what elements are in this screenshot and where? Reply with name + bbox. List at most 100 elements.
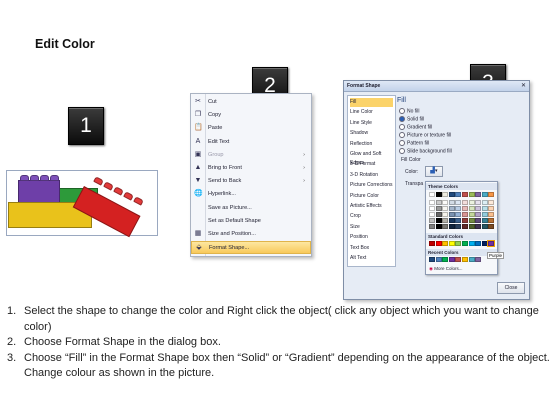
more-colors-link[interactable]: ◉ More Colors...: [429, 266, 462, 272]
standard-color-swatch[interactable]: [481, 241, 488, 246]
theme-color-swatch[interactable]: [435, 192, 442, 197]
theme-color-swatch[interactable]: [448, 224, 455, 229]
theme-color-swatch[interactable]: [468, 224, 475, 229]
nav-item[interactable]: Alt Text: [350, 254, 393, 263]
theme-color-swatch[interactable]: [448, 218, 455, 223]
theme-color-swatch[interactable]: [429, 192, 435, 197]
theme-color-swatch[interactable]: [448, 206, 455, 211]
theme-color-swatch[interactable]: [442, 192, 449, 197]
theme-color-swatch[interactable]: [475, 218, 482, 223]
nav-item[interactable]: 3-D Rotation: [350, 171, 393, 180]
fill-option[interactable]: Solid fill: [399, 116, 424, 123]
menu-item[interactable]: ▣ Group ›: [191, 149, 311, 162]
nav-item[interactable]: Position: [350, 233, 393, 242]
theme-color-swatch[interactable]: [435, 206, 442, 211]
theme-color-swatch[interactable]: [448, 212, 455, 217]
theme-color-swatch[interactable]: [481, 192, 488, 197]
menu-item[interactable]: A Edit Text: [191, 136, 311, 149]
standard-color-swatch[interactable]: [487, 240, 496, 247]
fill-option[interactable]: Gradient fill: [399, 124, 432, 131]
theme-color-swatch[interactable]: [462, 224, 468, 229]
theme-color-swatch[interactable]: [475, 224, 482, 229]
menu-item[interactable]: ❐ Copy: [191, 109, 311, 122]
standard-color-swatch[interactable]: [435, 241, 442, 246]
radio-button[interactable]: [399, 116, 405, 122]
theme-color-swatch[interactable]: [455, 212, 462, 217]
menu-item[interactable]: ✂ Cut: [191, 96, 311, 109]
menu-item[interactable]: ▲ Bring to Front ›: [191, 162, 311, 175]
menu-item[interactable]: ▦ Size and Position...: [191, 228, 311, 241]
theme-color-swatch[interactable]: [475, 192, 482, 197]
theme-color-swatch[interactable]: [468, 206, 475, 211]
nav-item[interactable]: Line Color: [350, 108, 393, 117]
theme-color-swatch[interactable]: [468, 192, 475, 197]
theme-color-swatch[interactable]: [455, 218, 462, 223]
theme-color-swatch[interactable]: [448, 200, 455, 205]
theme-color-swatch[interactable]: [488, 192, 495, 197]
fill-option[interactable]: Picture or texture fill: [399, 132, 451, 139]
nav-item[interactable]: Fill: [350, 98, 393, 107]
nav-item[interactable]: Glow and Soft Edges: [350, 150, 393, 166]
theme-color-swatch[interactable]: [488, 200, 495, 205]
theme-color-swatch[interactable]: [435, 200, 442, 205]
theme-color-swatch[interactable]: [462, 212, 468, 217]
theme-color-swatch[interactable]: [481, 218, 488, 223]
theme-color-swatch[interactable]: [429, 212, 435, 217]
nav-item[interactable]: Artistic Effects: [350, 202, 393, 211]
recent-color-swatch[interactable]: [435, 257, 442, 262]
standard-color-swatch[interactable]: [475, 241, 482, 246]
close-icon[interactable]: ✕: [521, 82, 526, 89]
menu-item[interactable]: ▼ Send to Back ›: [191, 175, 311, 188]
theme-color-swatch[interactable]: [429, 218, 435, 223]
recent-color-swatch[interactable]: [462, 257, 468, 262]
standard-color-swatch[interactable]: [468, 241, 475, 246]
theme-color-swatch[interactable]: [481, 200, 488, 205]
standard-color-swatch[interactable]: [429, 241, 435, 246]
theme-color-swatch[interactable]: [475, 200, 482, 205]
standard-color-swatch[interactable]: [462, 241, 468, 246]
nav-item[interactable]: Picture Color: [350, 192, 393, 201]
nav-item[interactable]: Picture Corrections: [350, 181, 393, 190]
recent-color-swatch[interactable]: [448, 257, 455, 262]
theme-color-swatch[interactable]: [429, 206, 435, 211]
fill-option[interactable]: Pattern fill: [399, 140, 429, 147]
theme-color-swatch[interactable]: [488, 206, 495, 211]
radio-button[interactable]: [399, 148, 405, 154]
menu-item[interactable]: Save as Picture...: [191, 202, 311, 215]
theme-color-swatch[interactable]: [462, 200, 468, 205]
recent-color-swatch[interactable]: [442, 257, 449, 262]
menu-item[interactable]: ⬙ Format Shape...: [191, 241, 311, 254]
theme-color-swatch[interactable]: [488, 212, 495, 217]
theme-color-swatch[interactable]: [462, 192, 468, 197]
nav-item[interactable]: Shadow: [350, 129, 393, 138]
fill-color-dropdown[interactable]: ▟▾: [425, 166, 443, 177]
theme-color-swatch[interactable]: [481, 224, 488, 229]
recent-color-swatch[interactable]: [475, 257, 482, 262]
theme-color-swatch[interactable]: [435, 218, 442, 223]
lego-bricks-image[interactable]: [4, 160, 160, 240]
recent-color-swatch[interactable]: [429, 257, 435, 262]
theme-color-swatch[interactable]: [455, 200, 462, 205]
theme-color-swatch[interactable]: [462, 218, 468, 223]
recent-color-swatch[interactable]: [455, 257, 462, 262]
recent-color-swatch[interactable]: [468, 257, 475, 262]
theme-color-swatch[interactable]: [455, 206, 462, 211]
theme-color-swatch[interactable]: [455, 192, 462, 197]
radio-button[interactable]: [399, 132, 405, 138]
theme-color-swatch[interactable]: [481, 206, 488, 211]
theme-color-swatch[interactable]: [448, 192, 455, 197]
nav-item[interactable]: Line Style: [350, 119, 393, 128]
theme-color-swatch[interactable]: [442, 200, 449, 205]
nav-item[interactable]: Crop: [350, 212, 393, 221]
theme-color-swatch[interactable]: [488, 218, 495, 223]
menu-item[interactable]: Set as Default Shape: [191, 215, 311, 228]
theme-color-swatch[interactable]: [455, 224, 462, 229]
theme-color-swatch[interactable]: [475, 212, 482, 217]
theme-color-swatch[interactable]: [429, 224, 435, 229]
theme-color-swatch[interactable]: [442, 224, 449, 229]
theme-color-swatch[interactable]: [468, 200, 475, 205]
nav-item[interactable]: Text Box: [350, 244, 393, 253]
theme-color-swatch[interactable]: [435, 224, 442, 229]
theme-color-swatch[interactable]: [468, 218, 475, 223]
theme-color-swatch[interactable]: [442, 212, 449, 217]
